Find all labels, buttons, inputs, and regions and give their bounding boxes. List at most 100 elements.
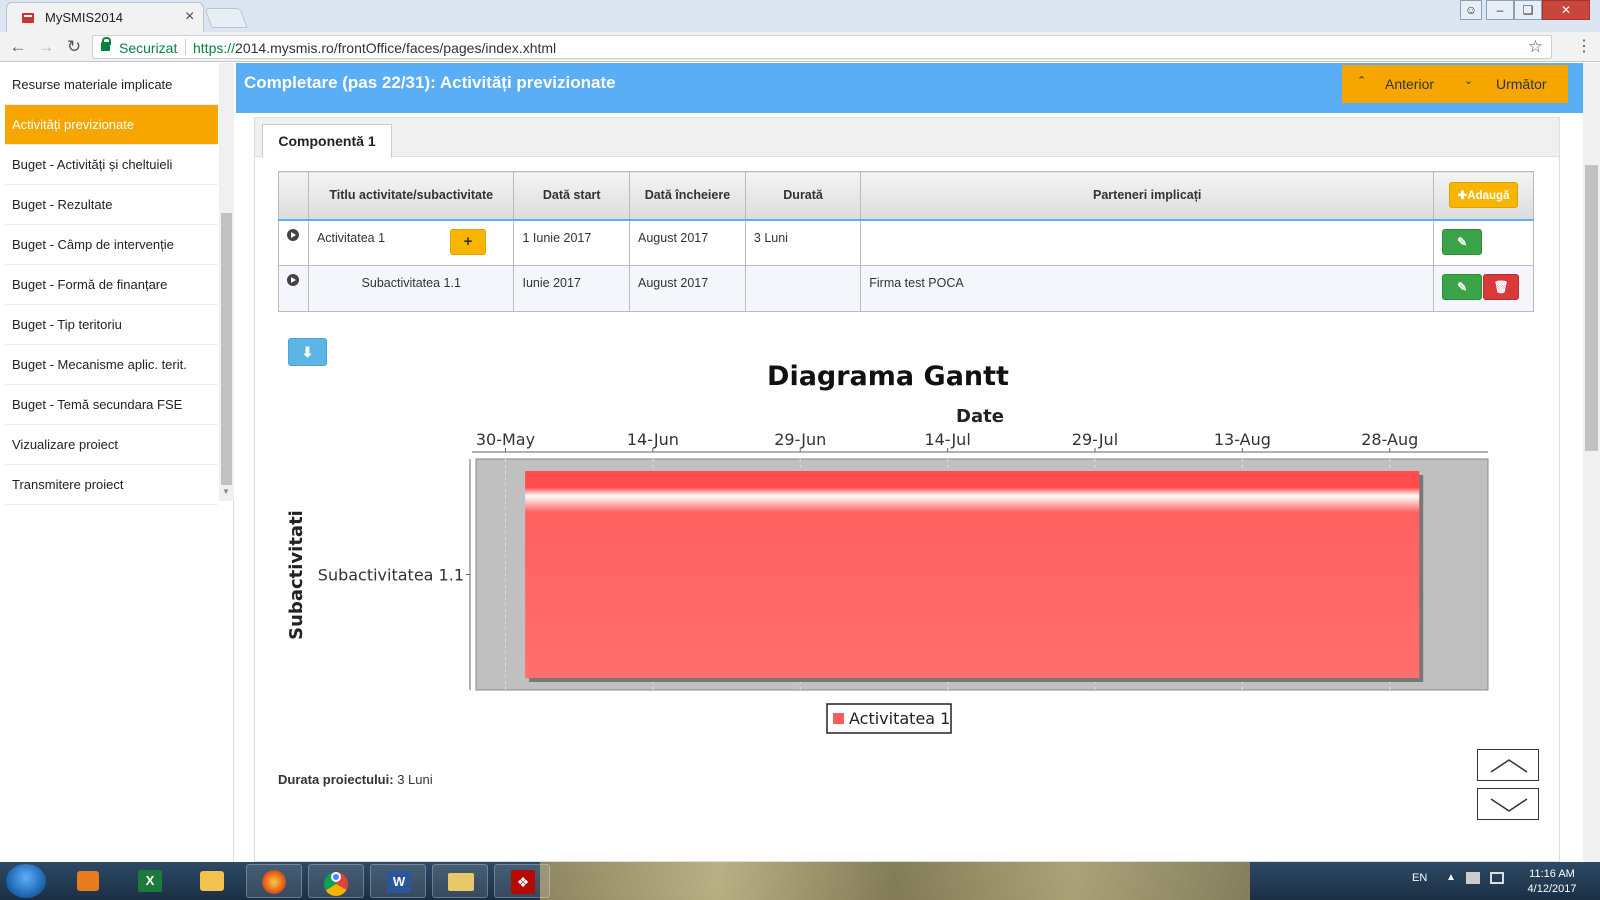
sidebar-item[interactable]: Resurse materiale implicate [5, 65, 218, 105]
forward-icon[interactable]: → [34, 36, 58, 58]
url-text: https://2014.mysmis.ro/frontOffice/faces… [193, 40, 556, 56]
tab-component-1[interactable]: Componentă 1 [262, 124, 392, 158]
url-scheme: https:// [193, 40, 236, 56]
expand-row-icon[interactable] [287, 228, 300, 241]
address-bar: ← → ↻ Securizat https://2014.mysmis.ro/f… [0, 32, 1600, 62]
sidebar-item[interactable]: Buget - Temă secundara FSE [5, 385, 218, 425]
edit-button[interactable]: ✎ [1442, 228, 1483, 255]
scroll-up-button[interactable] [1477, 749, 1539, 781]
media-player-icon[interactable] [60, 864, 116, 898]
expand-cell [278, 265, 309, 312]
sidebar-scrollbar-thumb[interactable] [221, 213, 232, 485]
sidebar-item[interactable]: Buget - Mecanisme aplic. terit. [5, 345, 218, 385]
duration-cell [744, 265, 862, 312]
sidebar-item[interactable]: Buget - Rezultate [5, 185, 218, 225]
close-window-button[interactable]: ✕ [1542, 0, 1590, 20]
x-tick-label: 14-Jul [924, 430, 970, 449]
add-activity-button[interactable]: ✚Adaugă [1448, 182, 1519, 209]
sidebar-item-label: Resurse materiale implicate [12, 77, 173, 92]
activities-table: Titlu activitate/subactivitate Dată star… [278, 171, 1534, 312]
duration-cell: 3 Luni [744, 218, 862, 266]
title-cell: Subactivitatea 1.1 [307, 265, 515, 312]
sidebar-item-label: Buget - Mecanisme aplic. terit. [12, 357, 187, 372]
new-tab-button[interactable] [204, 8, 248, 28]
url-input[interactable]: Securizat https://2014.mysmis.ro/frontOf… [92, 35, 1552, 59]
sidebar-scrollbar[interactable]: ▼ [219, 63, 234, 501]
add-subactivity-button[interactable]: + [449, 228, 486, 255]
expand-column-header [278, 171, 309, 220]
page-title: Completare (pas 22/31): Activități previ… [244, 73, 616, 92]
sidebar-item[interactable]: Activități previzionate [5, 105, 218, 145]
legend-swatch [833, 713, 844, 724]
sidebar-item-label: Activități previzionate [12, 117, 135, 132]
expand-row-icon[interactable] [287, 274, 300, 286]
browser-tab[interactable]: MySMIS2014 × [6, 2, 204, 32]
delete-button[interactable]: 🗑 [1483, 274, 1520, 300]
user-icon[interactable]: ☺ [1460, 0, 1482, 20]
duration-label: Durata proiectului: [278, 772, 394, 787]
previous-button[interactable]: Anterior [1385, 76, 1434, 92]
start-cell: 1 Iunie 2017 [513, 218, 630, 266]
x-tick-label: 28-Aug [1361, 430, 1418, 449]
add-column-header: ✚Adaugă [1433, 171, 1534, 220]
explorer-icon[interactable] [432, 864, 488, 898]
gantt-svg: Diagrama Gantt Date 30-May 14-Jun 29-Jun 14-J… [286, 361, 1489, 734]
table-row: Subactivitatea 1.1 Iunie 2017 August 201… [278, 265, 1534, 312]
y-axis-label: Subactivitati [286, 510, 307, 640]
minimize-button[interactable]: – [1486, 0, 1514, 20]
chevron-up-icon: ⌃ [1357, 75, 1367, 87]
back-icon[interactable]: ← [6, 36, 30, 58]
x-tick-label: 29-Jun [774, 430, 826, 449]
start-button[interactable] [6, 864, 46, 898]
start-cell: Iunie 2017 [513, 265, 630, 312]
chart-title: Diagrama Gantt [767, 361, 1009, 392]
activity-title: Activitatea 1 [316, 230, 386, 245]
table-row: Activitatea 1 + 1 Iunie 2017 August 2017… [278, 218, 1534, 266]
tray-expand-icon[interactable]: ▲ [1446, 872, 1456, 883]
end-cell: August 2017 [629, 265, 746, 312]
next-button[interactable]: Următor [1496, 76, 1547, 92]
taskbar-wallpaper [540, 862, 1250, 900]
sidebar-item[interactable]: Buget - Activități și cheltuieli [5, 145, 218, 185]
tab-close-icon[interactable]: × [185, 8, 194, 26]
page-scrollbar[interactable] [1583, 63, 1600, 863]
browser-menu-icon[interactable]: ⋮ [1576, 36, 1592, 58]
component-tabstrip [255, 118, 1559, 157]
sidebar-item-label: Vizualizare proiect [12, 437, 118, 452]
word-icon[interactable]: W [370, 864, 426, 898]
outlook-icon[interactable] [184, 864, 240, 898]
flag-icon[interactable] [1466, 872, 1480, 884]
edit-button[interactable]: ✎ [1442, 274, 1483, 300]
x-tick-label: 30-May [476, 430, 535, 449]
sidebar-item[interactable]: Transmitere proiect [5, 465, 218, 505]
language-indicator[interactable]: EN [1412, 872, 1427, 884]
system-clock[interactable]: 11:16 AM 4/12/2017 [1512, 867, 1592, 897]
excel-icon[interactable]: X [122, 864, 178, 898]
network-icon[interactable] [1490, 872, 1504, 884]
x-axis-label: Date [956, 406, 1004, 427]
chevron-down-icon [1490, 798, 1528, 812]
add-activity-label: Adaugă [1467, 190, 1510, 203]
expand-cell [278, 218, 309, 266]
sidebar-item-label: Transmitere proiect [12, 477, 124, 492]
sidebar-item[interactable]: Buget - Câmp de intervenție [5, 225, 218, 265]
scroll-down-arrow-icon[interactable]: ▼ [222, 487, 230, 496]
acrobat-icon[interactable]: ❖ [494, 864, 550, 898]
sidebar-item[interactable]: Vizualizare proiect [5, 425, 218, 465]
column-header-duration: Durată [744, 171, 862, 220]
firefox-icon[interactable] [246, 864, 302, 898]
sidebar-item[interactable]: Buget - Tip teritoriu [5, 305, 218, 345]
bookmark-star-icon[interactable]: ☆ [1528, 37, 1543, 57]
title-cell: Activitatea 1 + [307, 218, 515, 266]
chrome-icon[interactable] [308, 864, 364, 898]
x-tick-label: 29-Jul [1072, 430, 1118, 449]
sidebar-item[interactable]: Buget - Formă de finanțare [5, 265, 218, 305]
gantt-bar [525, 471, 1420, 678]
scroll-down-button[interactable] [1477, 788, 1539, 820]
page-scrollbar-thumb[interactable] [1585, 165, 1598, 451]
maximize-button[interactable]: ❑ [1514, 0, 1542, 20]
reload-icon[interactable]: ↻ [62, 36, 86, 58]
step-navigation: ⌃ Anterior ⌄ Următor [1342, 65, 1568, 103]
x-tick-label: 14-Jun [627, 430, 679, 449]
clock-time: 11:16 AM [1529, 868, 1575, 880]
